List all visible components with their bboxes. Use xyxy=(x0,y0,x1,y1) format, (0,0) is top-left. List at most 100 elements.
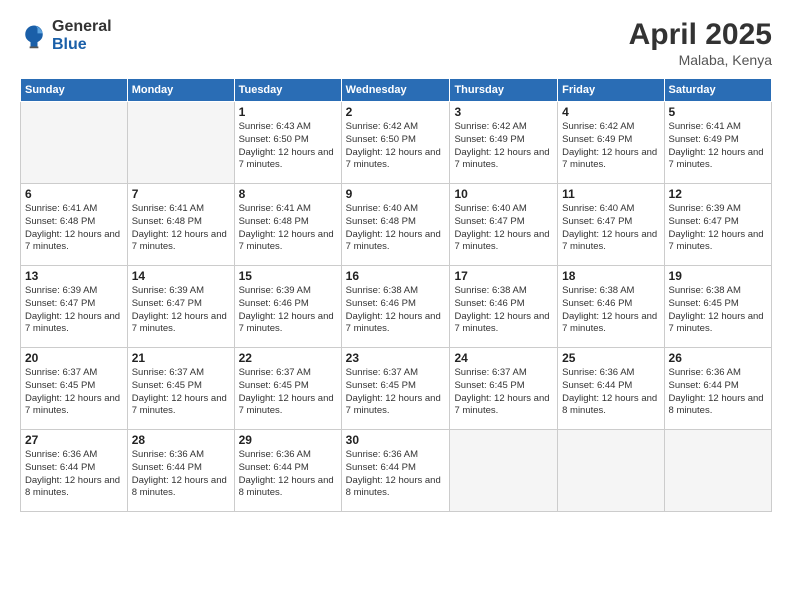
calendar-cell: 10Sunrise: 6:40 AM Sunset: 6:47 PM Dayli… xyxy=(450,184,558,266)
day-info: Sunrise: 6:38 AM Sunset: 6:46 PM Dayligh… xyxy=(562,285,659,336)
day-number: 13 xyxy=(25,269,123,283)
logo-blue: Blue xyxy=(52,36,87,53)
calendar-cell: 26 Sunrise: 6:36 AM Sunset: 6:44 PM Dayli… xyxy=(664,348,771,430)
day-number: 26 xyxy=(669,351,767,365)
calendar-week-row: 13 Sunrise: 6:39 AM Sunset: 6:47 PM Dayli… xyxy=(21,266,772,348)
calendar-cell: 19 Sunrise: 6:38 AM Sunset: 6:45 PM Dayli… xyxy=(664,266,771,348)
day-number: 15 xyxy=(239,269,337,283)
calendar-cell: 2 Sunrise: 6:42 AM Sunset: 6:50 PM Daylig… xyxy=(341,102,450,184)
calendar-cell: 12Sunrise: 6:39 AM Sunset: 6:47 PM Dayli… xyxy=(664,184,771,266)
calendar-header-sunday: Sunday xyxy=(21,79,128,102)
day-info: Sunrise: 6:39 AM Sunset: 6:47 PM Dayligh… xyxy=(669,203,767,254)
page: General Blue April 2025 Malaba, Kenya Su… xyxy=(0,0,792,612)
day-number: 17 xyxy=(454,269,553,283)
calendar-week-row: 27 Sunrise: 6:36 AM Sunset: 6:44 PM Dayli… xyxy=(21,430,772,512)
calendar-cell: 7 Sunrise: 6:41 AM Sunset: 6:48 PM Daylig… xyxy=(127,184,234,266)
calendar-cell: 20 Sunrise: 6:37 AM Sunset: 6:45 PM Dayli… xyxy=(21,348,128,430)
calendar-cell xyxy=(664,430,771,512)
location: Malaba, Kenya xyxy=(629,52,772,68)
logo: General Blue xyxy=(20,18,112,54)
calendar-cell: 15 Sunrise: 6:39 AM Sunset: 6:46 PM Dayli… xyxy=(234,266,341,348)
calendar-cell: 29 Sunrise: 6:36 AM Sunset: 6:44 PM Dayli… xyxy=(234,430,341,512)
day-info: Sunrise: 6:39 AM Sunset: 6:46 PM Dayligh… xyxy=(239,285,337,336)
calendar-header-friday: Friday xyxy=(558,79,664,102)
day-info: Sunrise: 6:37 AM Sunset: 6:45 PM Dayligh… xyxy=(25,367,123,418)
calendar-week-row: 20 Sunrise: 6:37 AM Sunset: 6:45 PM Dayli… xyxy=(21,348,772,430)
calendar-cell: 16Sunrise: 6:38 AM Sunset: 6:46 PM Dayli… xyxy=(341,266,450,348)
day-number: 24 xyxy=(454,351,553,365)
calendar-cell xyxy=(127,102,234,184)
calendar-cell xyxy=(558,430,664,512)
calendar-cell: 4Sunrise: 6:42 AM Sunset: 6:49 PM Daylig… xyxy=(558,102,664,184)
calendar-table: SundayMondayTuesdayWednesdayThursdayFrid… xyxy=(20,78,772,512)
day-number: 21 xyxy=(132,351,230,365)
calendar-cell: 27 Sunrise: 6:36 AM Sunset: 6:44 PM Dayli… xyxy=(21,430,128,512)
title-block: April 2025 Malaba, Kenya xyxy=(629,18,772,68)
logo-text: General Blue xyxy=(52,18,112,54)
day-info: Sunrise: 6:39 AM Sunset: 6:47 PM Dayligh… xyxy=(132,285,230,336)
day-number: 7 xyxy=(132,187,230,201)
calendar-cell: 17 Sunrise: 6:38 AM Sunset: 6:46 PM Dayli… xyxy=(450,266,558,348)
day-number: 25 xyxy=(562,351,659,365)
header: General Blue April 2025 Malaba, Kenya xyxy=(20,18,772,68)
day-number: 20 xyxy=(25,351,123,365)
day-number: 27 xyxy=(25,433,123,447)
day-number: 22 xyxy=(239,351,337,365)
calendar-cell: 21 Sunrise: 6:37 AM Sunset: 6:45 PM Dayli… xyxy=(127,348,234,430)
day-info: Sunrise: 6:39 AM Sunset: 6:47 PM Dayligh… xyxy=(25,285,123,336)
calendar-cell: 5Sunrise: 6:41 AM Sunset: 6:49 PM Daylig… xyxy=(664,102,771,184)
calendar-week-row: 6Sunrise: 6:41 AM Sunset: 6:48 PM Daylig… xyxy=(21,184,772,266)
calendar-header-tuesday: Tuesday xyxy=(234,79,341,102)
calendar-cell: 3 Sunrise: 6:42 AM Sunset: 6:49 PM Daylig… xyxy=(450,102,558,184)
day-info: Sunrise: 6:41 AM Sunset: 6:48 PM Dayligh… xyxy=(25,203,123,254)
day-number: 8 xyxy=(239,187,337,201)
day-info: Sunrise: 6:42 AM Sunset: 6:49 PM Dayligh… xyxy=(562,121,659,172)
calendar-cell: 6Sunrise: 6:41 AM Sunset: 6:48 PM Daylig… xyxy=(21,184,128,266)
day-info: Sunrise: 6:36 AM Sunset: 6:44 PM Dayligh… xyxy=(669,367,767,418)
calendar-cell: 8Sunrise: 6:41 AM Sunset: 6:48 PM Daylig… xyxy=(234,184,341,266)
day-info: Sunrise: 6:41 AM Sunset: 6:48 PM Dayligh… xyxy=(132,203,230,254)
calendar-cell: 14Sunrise: 6:39 AM Sunset: 6:47 PM Dayli… xyxy=(127,266,234,348)
day-info: Sunrise: 6:37 AM Sunset: 6:45 PM Dayligh… xyxy=(132,367,230,418)
day-number: 16 xyxy=(346,269,446,283)
day-number: 18 xyxy=(562,269,659,283)
day-info: Sunrise: 6:36 AM Sunset: 6:44 PM Dayligh… xyxy=(239,449,337,500)
calendar-cell: 11Sunrise: 6:40 AM Sunset: 6:47 PM Dayli… xyxy=(558,184,664,266)
calendar-header-monday: Monday xyxy=(127,79,234,102)
day-number: 2 xyxy=(346,105,446,119)
day-info: Sunrise: 6:37 AM Sunset: 6:45 PM Dayligh… xyxy=(239,367,337,418)
calendar-cell: 18 Sunrise: 6:38 AM Sunset: 6:46 PM Dayli… xyxy=(558,266,664,348)
calendar-cell: 9 Sunrise: 6:40 AM Sunset: 6:48 PM Daylig… xyxy=(341,184,450,266)
day-number: 30 xyxy=(346,433,446,447)
calendar-cell xyxy=(450,430,558,512)
day-number: 28 xyxy=(132,433,230,447)
calendar-header-thursday: Thursday xyxy=(450,79,558,102)
day-number: 23 xyxy=(346,351,446,365)
calendar-cell: 23Sunrise: 6:37 AM Sunset: 6:45 PM Dayli… xyxy=(341,348,450,430)
day-info: Sunrise: 6:37 AM Sunset: 6:45 PM Dayligh… xyxy=(454,367,553,418)
month-title: April 2025 xyxy=(629,18,772,52)
day-number: 19 xyxy=(669,269,767,283)
calendar-cell: 1Sunrise: 6:43 AM Sunset: 6:50 PM Daylig… xyxy=(234,102,341,184)
calendar-cell: 24 Sunrise: 6:37 AM Sunset: 6:45 PM Dayli… xyxy=(450,348,558,430)
day-info: Sunrise: 6:43 AM Sunset: 6:50 PM Dayligh… xyxy=(239,121,337,172)
day-info: Sunrise: 6:36 AM Sunset: 6:44 PM Dayligh… xyxy=(562,367,659,418)
logo-general: General xyxy=(52,18,112,35)
day-info: Sunrise: 6:42 AM Sunset: 6:50 PM Dayligh… xyxy=(346,121,446,172)
day-info: Sunrise: 6:36 AM Sunset: 6:44 PM Dayligh… xyxy=(132,449,230,500)
day-info: Sunrise: 6:38 AM Sunset: 6:45 PM Dayligh… xyxy=(669,285,767,336)
day-number: 29 xyxy=(239,433,337,447)
day-number: 9 xyxy=(346,187,446,201)
day-info: Sunrise: 6:36 AM Sunset: 6:44 PM Dayligh… xyxy=(25,449,123,500)
day-info: Sunrise: 6:36 AM Sunset: 6:44 PM Dayligh… xyxy=(346,449,446,500)
calendar-header-wednesday: Wednesday xyxy=(341,79,450,102)
day-number: 11 xyxy=(562,187,659,201)
calendar-week-row: 1Sunrise: 6:43 AM Sunset: 6:50 PM Daylig… xyxy=(21,102,772,184)
day-number: 5 xyxy=(669,105,767,119)
day-info: Sunrise: 6:40 AM Sunset: 6:48 PM Dayligh… xyxy=(346,203,446,254)
day-number: 10 xyxy=(454,187,553,201)
calendar-header-saturday: Saturday xyxy=(664,79,771,102)
day-number: 3 xyxy=(454,105,553,119)
day-info: Sunrise: 6:42 AM Sunset: 6:49 PM Dayligh… xyxy=(454,121,553,172)
day-info: Sunrise: 6:38 AM Sunset: 6:46 PM Dayligh… xyxy=(454,285,553,336)
